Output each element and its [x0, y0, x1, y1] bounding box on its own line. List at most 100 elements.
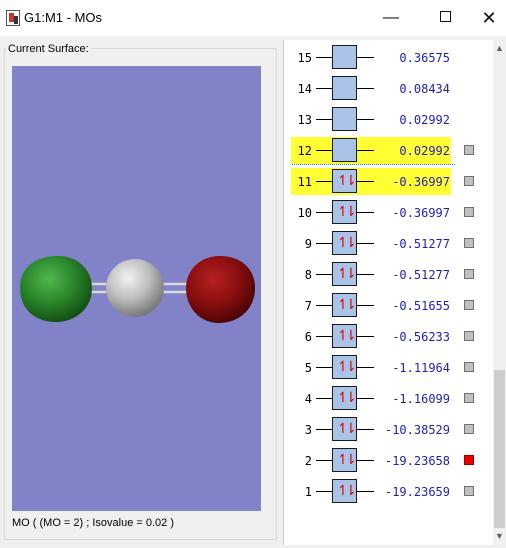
surface-toggle-box[interactable] — [464, 207, 474, 217]
orbital-box[interactable] — [332, 45, 357, 69]
mo-level-row[interactable]: 14 0.08434 — [284, 73, 494, 104]
surface-toggle-box[interactable] — [464, 331, 474, 341]
surface-toggle-box[interactable] — [464, 455, 474, 465]
mo-level-row[interactable]: 12 0.02992 — [284, 135, 494, 166]
surface-toggle-box[interactable] — [464, 300, 474, 310]
surface-caption: MO ( (MO = 2) ; Isovalue = 0.02 ) — [12, 517, 174, 529]
maximize-button[interactable] — [422, 0, 468, 36]
mo-number: 10 — [297, 206, 312, 220]
mo-level-row[interactable]: 1 ↿ ⇂ -19.23659 — [284, 476, 494, 507]
molecule-surface-view — [20, 256, 255, 323]
mo-energy: -0.56233 — [392, 330, 450, 344]
spin-down-arrow-icon: ⇂ — [345, 421, 357, 437]
spin-down-arrow-icon: ⇂ — [345, 390, 357, 406]
orbital-box[interactable]: ↿ ⇂ — [332, 293, 357, 317]
mo-number: 9 — [304, 237, 312, 251]
orbital-box[interactable] — [332, 76, 357, 100]
mo-level-row[interactable]: 13 0.02992 — [284, 104, 494, 135]
mo-number: 8 — [304, 268, 312, 282]
spin-down-arrow-icon: ⇂ — [345, 359, 357, 375]
orbital-box[interactable]: ↿ ⇂ — [332, 324, 357, 348]
mo-level-row[interactable]: 15 0.36575 — [284, 42, 494, 73]
spin-down-arrow-icon: ⇂ — [345, 235, 357, 251]
surface-toggle-box[interactable] — [464, 176, 474, 186]
orbital-box[interactable]: ↿ ⇂ — [332, 355, 357, 379]
orbital-box[interactable]: ↿ ⇂ — [332, 169, 357, 193]
mo-energy: -1.11964 — [392, 361, 450, 375]
atom-left-lobe — [20, 256, 92, 322]
orbital-box[interactable]: ↿ ⇂ — [332, 200, 357, 224]
maximize-icon — [439, 10, 451, 22]
orbital-box[interactable]: ↿ ⇂ — [332, 479, 357, 503]
orbital-box[interactable] — [332, 138, 357, 162]
mo-level-row[interactable]: 11 ↿ ⇂ -0.36997 — [284, 166, 494, 197]
mo-diagram-panel[interactable]: 15 0.36575 14 0.08434 13 0.02992 12 0.02992 11 ↿ ⇂… — [283, 40, 506, 545]
mo-energy: -1.16099 — [392, 392, 450, 406]
close-button[interactable]: ✕ — [466, 0, 506, 36]
mo-level-row[interactable]: 6 ↿ ⇂ -0.56233 — [284, 321, 494, 352]
spin-down-arrow-icon: ⇂ — [345, 204, 357, 220]
surface-toggle-box[interactable] — [464, 269, 474, 279]
title-bar: G1:M1 - MOs — ✕ — [0, 0, 506, 36]
scroll-down-arrow-icon[interactable]: ▼ — [493, 528, 506, 545]
surface-toggle-box[interactable] — [464, 393, 474, 403]
orbital-box[interactable]: ↿ ⇂ — [332, 448, 357, 472]
gaussview-app-icon — [6, 10, 20, 26]
mo-level-row[interactable]: 5 ↿ ⇂ -1.11964 — [284, 352, 494, 383]
mo-level-row[interactable]: 8 ↿ ⇂ -0.51277 — [284, 259, 494, 290]
mo-energy: -0.51277 — [392, 268, 450, 282]
mo-number: 1 — [304, 485, 312, 499]
mo-number: 14 — [297, 82, 312, 96]
mo-number: 2 — [304, 454, 312, 468]
orbital-box[interactable]: ↿ ⇂ — [332, 417, 357, 441]
mo-energy: -19.23658 — [384, 454, 450, 468]
orbital-box[interactable]: ↿ ⇂ — [332, 231, 357, 255]
surface-toggle-box[interactable] — [464, 424, 474, 434]
mo-energy: 0.02992 — [399, 144, 450, 158]
surface-toggle-box[interactable] — [464, 238, 474, 248]
surface-toggle-box[interactable] — [464, 362, 474, 372]
mo-level-row[interactable]: 3 ↿ ⇂ -10.38529 — [284, 414, 494, 445]
scroll-thumb[interactable] — [494, 370, 505, 528]
mo-number: 4 — [304, 392, 312, 406]
orbital-box[interactable] — [332, 107, 357, 131]
atom-right-lobe — [186, 256, 255, 323]
mo-energy: 0.08434 — [399, 82, 450, 96]
mo-number: 6 — [304, 330, 312, 344]
mo-number: 15 — [297, 51, 312, 65]
mo-energy: -19.23659 — [384, 485, 450, 499]
mo-level-row[interactable]: 7 ↿ ⇂ -0.51655 — [284, 290, 494, 321]
spin-down-arrow-icon: ⇂ — [345, 266, 357, 282]
surface-toggle-box[interactable] — [464, 486, 474, 496]
spin-down-arrow-icon: ⇂ — [345, 452, 357, 468]
mo-level-row[interactable]: 10 ↿ ⇂ -0.36997 — [284, 197, 494, 228]
spin-down-arrow-icon: ⇂ — [345, 328, 357, 344]
homo-lumo-divider — [292, 164, 455, 165]
orbital-box[interactable]: ↿ ⇂ — [332, 262, 357, 286]
mo-energy: -0.51277 — [392, 237, 450, 251]
minimize-button[interactable]: — — [368, 0, 414, 36]
mo-energy: 0.02992 — [399, 113, 450, 127]
mo-number: 13 — [297, 113, 312, 127]
window-title: G1:M1 - MOs — [24, 10, 103, 25]
mo-number: 7 — [304, 299, 312, 313]
spin-down-arrow-icon: ⇂ — [345, 297, 357, 313]
mo-energy: -0.36997 — [392, 206, 450, 220]
current-surface-label: Current Surface: — [6, 43, 91, 56]
mo-energy: -10.38529 — [384, 423, 450, 437]
mo-number: 11 — [297, 175, 312, 189]
mo-panel-scrollbar[interactable]: ▲ ▼ — [493, 40, 506, 545]
mo-level-row[interactable]: 4 ↿ ⇂ -1.16099 — [284, 383, 494, 414]
atom-center — [106, 259, 164, 317]
surface-toggle-box[interactable] — [464, 145, 474, 155]
spin-down-arrow-icon: ⇂ — [345, 483, 357, 499]
mo-number: 3 — [304, 423, 312, 437]
mo-energy: -0.36997 — [392, 175, 450, 189]
mo-energy: 0.36575 — [399, 51, 450, 65]
orbital-box[interactable]: ↿ ⇂ — [332, 386, 357, 410]
mo-number: 12 — [297, 144, 312, 158]
surface-viewport[interactable] — [12, 66, 261, 511]
mo-level-row[interactable]: 9 ↿ ⇂ -0.51277 — [284, 228, 494, 259]
scroll-up-arrow-icon[interactable]: ▲ — [493, 40, 506, 57]
mo-level-row[interactable]: 2 ↿ ⇂ -19.23658 — [284, 445, 494, 476]
